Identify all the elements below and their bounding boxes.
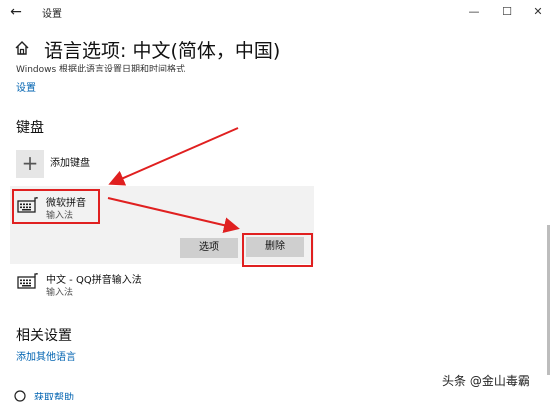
options-button[interactable]: 选项 xyxy=(180,238,238,258)
add-keyboard-button[interactable]: + xyxy=(16,150,44,178)
ime-name-qq-pinyin[interactable]: 中文 - QQ拼音输入法 xyxy=(46,271,142,286)
highlight-ime-box xyxy=(12,189,100,224)
close-button[interactable]: ✕ xyxy=(528,4,548,20)
keyboard-icon xyxy=(17,273,38,289)
minimize-button[interactable]: — xyxy=(464,4,484,20)
date-format-description: Windows 根据此语言设置日期和时间格式 xyxy=(16,65,186,72)
back-arrow-icon[interactable]: ← xyxy=(6,3,26,21)
get-help-link[interactable]: 获取帮助 xyxy=(34,392,74,400)
help-icon xyxy=(14,390,26,402)
add-language-link[interactable]: 添加其他语言 xyxy=(16,348,76,363)
home-icon[interactable] xyxy=(14,40,30,56)
ime-type-label: 输入法 xyxy=(46,288,74,298)
highlight-remove-box xyxy=(242,233,313,267)
maximize-button[interactable]: ☐ xyxy=(497,4,517,20)
settings-link[interactable]: 设置 xyxy=(16,79,36,94)
keyboard-heading: 键盘 xyxy=(16,120,44,136)
watermark-text: 头条 @金山毒霸 xyxy=(442,374,530,388)
related-settings-heading: 相关设置 xyxy=(16,328,72,344)
plus-icon: + xyxy=(21,151,39,175)
add-keyboard-label[interactable]: 添加键盘 xyxy=(50,154,90,169)
scrollbar[interactable] xyxy=(547,225,550,375)
arrow-to-ime xyxy=(108,127,239,186)
page-title: 语言选项: 中文(简体，中国) xyxy=(44,40,281,62)
window-title: 设置 xyxy=(42,9,62,20)
